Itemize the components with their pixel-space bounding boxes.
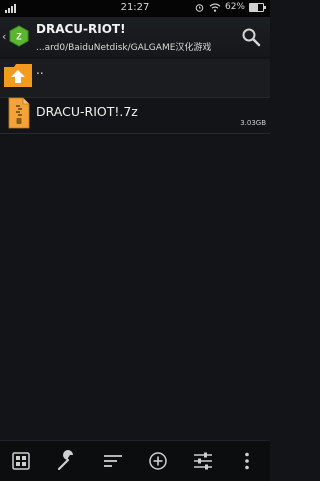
status-bar: 21:27 62% [0, 0, 270, 17]
back-arrow-icon[interactable]: ‹ [2, 30, 6, 43]
svg-text:Z: Z [16, 32, 22, 42]
sort-lines-icon[interactable] [102, 450, 124, 472]
parent-directory-label: .. [36, 63, 44, 77]
sliders-icon[interactable] [192, 450, 214, 472]
grid-icon[interactable] [10, 450, 32, 472]
alarm-icon [195, 3, 204, 12]
folder-title: DRACU-RIOT! [36, 22, 126, 36]
battery-percent: 62% [224, 2, 245, 12]
app-bar: ‹ Z DRACU-RIOT! ...ard0/BaiduNetdisk/GAL… [0, 17, 270, 57]
file-name: DRACU-RIOT!.7z [36, 104, 138, 119]
zarchiver-logo-icon[interactable]: Z [8, 25, 30, 47]
bottom-toolbar [0, 440, 270, 481]
add-circle-icon[interactable] [147, 450, 169, 472]
file-size: 3.03GB [240, 119, 266, 127]
more-vertical-icon[interactable] [236, 450, 258, 472]
search-icon[interactable] [240, 26, 262, 48]
battery-icon [249, 2, 266, 12]
file-list-item[interactable]: DRACU-RIOT!.7z 3.03GB [0, 97, 270, 134]
parent-directory-row[interactable]: .. [0, 59, 270, 98]
folder-up-icon [4, 64, 32, 87]
archive-file-icon [8, 97, 30, 129]
wifi-icon [209, 3, 221, 12]
current-path: ...ard0/BaiduNetdisk/GALGAME汉化游戏 [36, 43, 212, 53]
wrench-icon[interactable] [56, 450, 78, 472]
